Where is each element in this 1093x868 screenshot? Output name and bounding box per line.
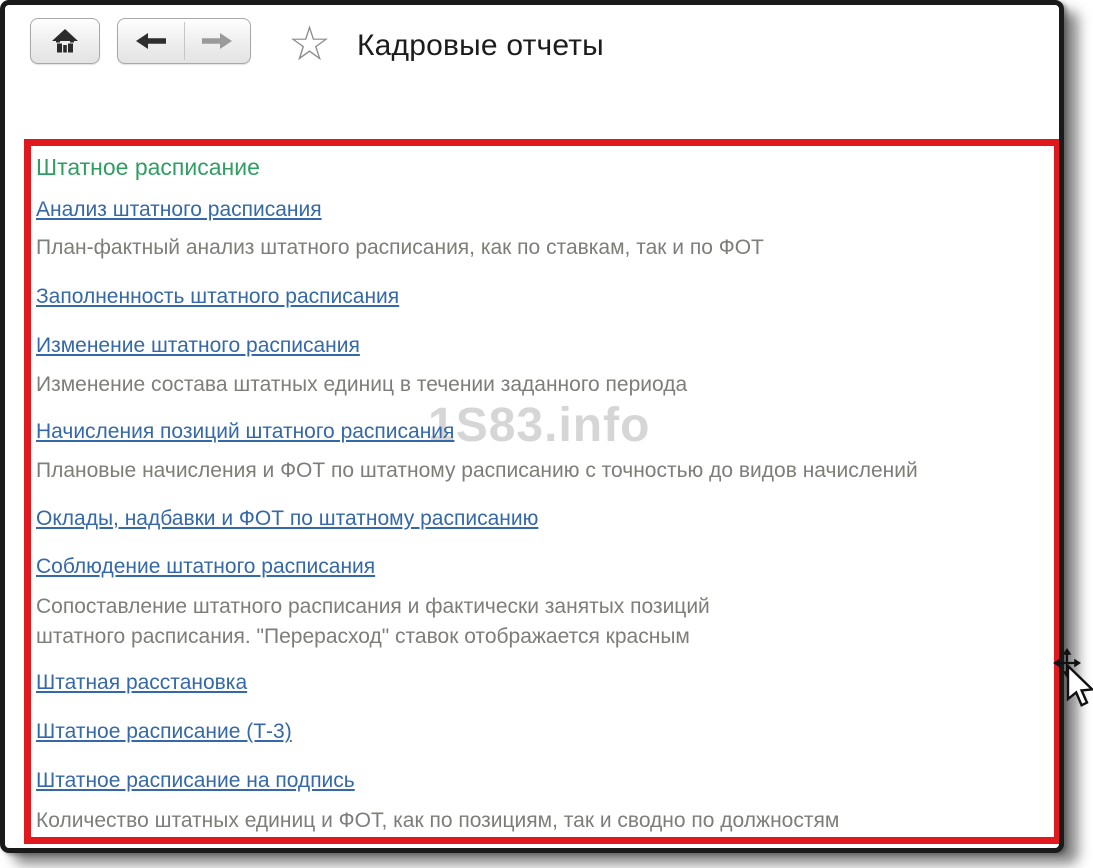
report-link-shtatnoe-raspisanie-t3[interactable]: Штатное расписание (Т-3): [36, 720, 292, 744]
report-link-na-podpis[interactable]: Штатное расписание на подпись: [36, 769, 355, 793]
arrow-left-icon: [134, 31, 168, 51]
back-button[interactable]: [118, 19, 184, 63]
nav-buttons: [117, 18, 251, 64]
report-link-nachisleniya-pozitsiy[interactable]: Начисления позиций штатного расписания: [36, 420, 454, 444]
screenshot-stage: ☆ Кадровые отчеты 1S83.info Штатное расп…: [0, 0, 1093, 868]
toolbar: ☆ Кадровые отчеты: [5, 5, 1059, 135]
report-link-shtatnaya-rasstanovka[interactable]: Штатная расстановка: [36, 671, 247, 695]
report-link-soblyudenie[interactable]: Соблюдение штатного расписания: [36, 555, 375, 579]
reports-panel: 1S83.info Штатное расписание Анализ штат…: [24, 139, 1059, 844]
report-desc: Количество штатных единиц и ФОТ, как по …: [36, 809, 840, 832]
arrow-right-icon: [200, 31, 234, 51]
report-link-oklady-nadbavki-fot[interactable]: Оклады, надбавки и ФОТ по штатному распи…: [36, 507, 538, 531]
report-desc-line1: Сопоставление штатного расписания и факт…: [36, 595, 710, 618]
app-window: ☆ Кадровые отчеты 1S83.info Штатное расп…: [0, 0, 1064, 853]
report-desc: Изменение состава штатных единиц в течен…: [36, 373, 688, 396]
report-desc: Плановые начисления и ФОТ по штатному ра…: [36, 459, 918, 482]
watermark-text: 1S83.info: [428, 399, 651, 452]
report-link-zapolnennost[interactable]: Заполненность штатного расписания: [36, 285, 399, 309]
report-desc: План-фактный анализ штатного расписания,…: [36, 236, 764, 259]
mouse-move-cursor: [1053, 648, 1093, 717]
home-button[interactable]: [30, 18, 100, 64]
home-icon: [50, 27, 80, 55]
forward-button[interactable]: [185, 19, 251, 63]
star-outline-icon[interactable]: ☆: [288, 21, 331, 69]
section-heading: Штатное расписание: [36, 154, 260, 180]
report-desc-line2: штатного расписания. "Перерасход" ставок…: [36, 625, 690, 648]
report-link-izmenenie[interactable]: Изменение штатного расписания: [36, 334, 360, 358]
page-title: Кадровые отчеты: [357, 29, 604, 62]
report-link-analiz-shtatnogo[interactable]: Анализ штатного расписания: [36, 198, 322, 222]
